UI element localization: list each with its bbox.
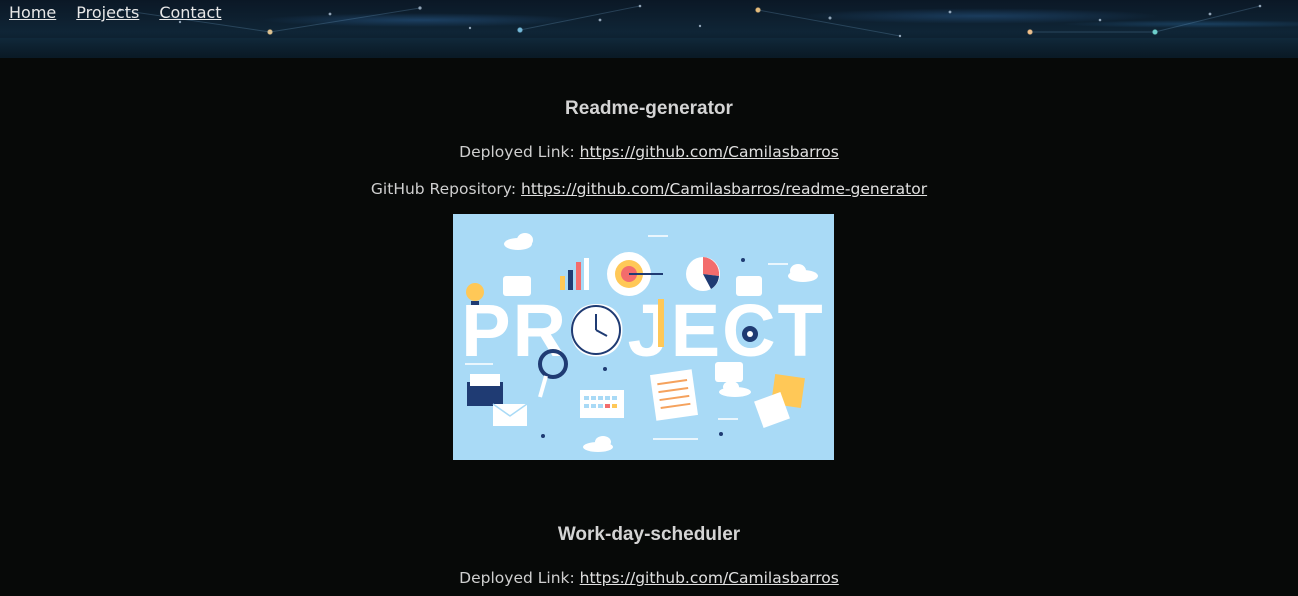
nav-contact-link[interactable]: Contact bbox=[159, 3, 221, 23]
repo-link[interactable]: https://github.com/Camilasbarros/readme-… bbox=[521, 180, 927, 198]
repo-link-row: GitHub Repository: https://github.com/Ca… bbox=[0, 179, 1298, 199]
deployed-link-row: Deployed Link: https://github.com/Camila… bbox=[0, 142, 1298, 162]
project-image: PROJECT bbox=[453, 214, 834, 460]
deployed-link-row: Deployed Link: https://github.com/Camila… bbox=[0, 568, 1298, 588]
deployed-link-label: Deployed Link: bbox=[459, 569, 575, 587]
header-banner: Home Projects Contact bbox=[0, 0, 1298, 58]
project-title: Readme-generator bbox=[565, 98, 733, 119]
project-illustration-icon: PROJECT bbox=[453, 214, 834, 460]
project-title: Work-day-scheduler bbox=[557, 524, 741, 545]
main-nav: Home Projects Contact bbox=[9, 3, 222, 23]
deployed-link[interactable]: https://github.com/Camilasbarros bbox=[580, 143, 839, 161]
svg-text:PROJECT: PROJECT bbox=[461, 289, 825, 372]
deployed-link-label: Deployed Link: bbox=[459, 143, 575, 161]
nav-projects-link[interactable]: Projects bbox=[76, 3, 139, 23]
deployed-link[interactable]: https://github.com/Camilasbarros bbox=[580, 569, 839, 587]
repo-link-label: GitHub Repository: bbox=[370, 180, 517, 198]
nav-home-link[interactable]: Home bbox=[9, 3, 56, 23]
